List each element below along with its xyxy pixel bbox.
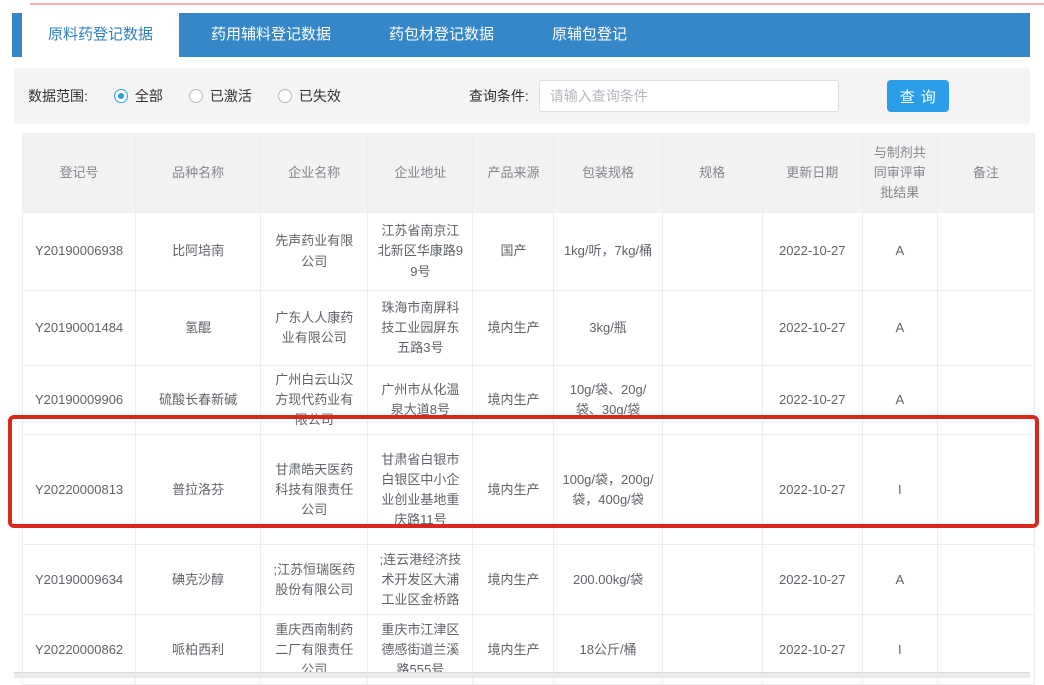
radio-expired[interactable]: 已失效 (278, 86, 341, 106)
cell-update-date: 2022-10-27 (762, 366, 862, 435)
cell-company-name: ;江苏恒瑞医药股份有限公司 (261, 545, 368, 615)
cell-update-date: 2022-10-27 (762, 213, 862, 291)
cell-remarks (937, 366, 1034, 435)
radio-expired-label: 已失效 (299, 86, 341, 106)
cell-product-source: 国产 (473, 213, 554, 291)
search-button[interactable]: 查询 (887, 80, 949, 112)
filter-panel: 数据范围: 全部 已激活 已失效 查询条件: 查询 (14, 68, 1030, 124)
cell-product-source: 境内生产 (473, 545, 554, 615)
column-header-product-source: 产品来源 (473, 134, 554, 213)
next-row-partial (14, 672, 1030, 678)
cell-reg-no: Y20220000813 (23, 435, 136, 545)
radio-expired-icon[interactable] (278, 89, 292, 103)
cell-company-address: 珠海市南屏科技工业园屏东五路3号 (368, 291, 473, 366)
cell-company-address: 甘肃省白银市白银区中小企业创业基地重庆路11号 (368, 435, 473, 545)
cell-review-result: A (862, 545, 937, 615)
cell-reg-no: Y20190009906 (23, 366, 136, 435)
radio-activated-label: 已激活 (210, 86, 252, 106)
cell-company-address: 广州市从化温泉大道8号 (368, 366, 473, 435)
tab-raw-material-api[interactable]: 原料药登记数据 (22, 13, 179, 57)
table-row: Y20190006938 比阿培南 先声药业有限公司 江苏省南京江北新区华康路9… (23, 213, 1035, 291)
cell-company-address: 江苏省南京江北新区华康路99号 (368, 213, 473, 291)
tab-bar: 原料药登记数据 药用辅料登记数据 药包材登记数据 原辅包登记 (12, 13, 1030, 57)
query-input[interactable] (539, 80, 839, 112)
cell-company-name: 广东人人康药业有限公司 (261, 291, 368, 366)
column-header-remarks: 备注 (937, 134, 1034, 213)
radio-all-label: 全部 (135, 86, 163, 106)
cell-reg-no: Y20190009634 (23, 545, 136, 615)
cell-remarks (937, 435, 1034, 545)
cell-product-source: 境内生产 (473, 291, 554, 366)
column-header-package-spec: 包装规格 (554, 134, 662, 213)
tab-api-excipient-packaging[interactable]: 原辅包登记 (526, 13, 653, 57)
registration-data-page: 原料药登记数据 药用辅料登记数据 药包材登记数据 原辅包登记 数据范围: 全部 … (0, 0, 1044, 677)
cell-company-name: 先声药业有限公司 (261, 213, 368, 291)
table-row: Y20190009634 碘克沙醇 ;江苏恒瑞医药股份有限公司 ;连云港经济技术… (23, 545, 1035, 615)
cell-review-result: A (862, 291, 937, 366)
cell-product-source: 境内生产 (473, 435, 554, 545)
cell-variety-name: 碘克沙醇 (136, 545, 261, 615)
registration-table: 登记号 品种名称 企业名称 企业地址 产品来源 包装规格 规格 更新日期 与制剂… (22, 133, 1035, 685)
tab-excipients[interactable]: 药用辅料登记数据 (185, 13, 357, 57)
cell-remarks (937, 213, 1034, 291)
cell-remarks (937, 545, 1034, 615)
cell-company-address: ;连云港经济技术开发区大浦工业区金桥路 (368, 545, 473, 615)
cell-remarks (937, 291, 1034, 366)
cell-company-name: 广州白云山汉方现代药业有限公司 (261, 366, 368, 435)
data-scope-label: 数据范围: (28, 86, 88, 106)
cell-package-spec: 10g/袋、20g/袋、30g/袋 (554, 366, 662, 435)
column-header-reg-no: 登记号 (23, 134, 136, 213)
top-divider-line (30, 3, 1044, 5)
column-header-variety-name: 品种名称 (136, 134, 261, 213)
cell-review-result: I (862, 435, 937, 545)
cell-variety-name: 比阿培南 (136, 213, 261, 291)
cell-variety-name: 硫酸长春新碱 (136, 366, 261, 435)
table-row: Y20190009906 硫酸长春新碱 广州白云山汉方现代药业有限公司 广州市从… (23, 366, 1035, 435)
cell-package-spec: 3kg/瓶 (554, 291, 662, 366)
cell-update-date: 2022-10-27 (762, 291, 862, 366)
column-header-company-name: 企业名称 (261, 134, 368, 213)
cell-company-name: 甘肃皓天医药科技有限责任公司 (261, 435, 368, 545)
cell-update-date: 2022-10-27 (762, 435, 862, 545)
cell-package-spec: 100g/袋，200g/袋，400g/袋 (554, 435, 662, 545)
column-header-review-result: 与制剂共同审评审批结果 (862, 134, 937, 213)
cell-product-source: 境内生产 (473, 366, 554, 435)
cell-reg-no: Y20190001484 (23, 291, 136, 366)
tab-packaging-materials[interactable]: 药包材登记数据 (363, 13, 520, 57)
cell-spec (662, 435, 762, 545)
radio-activated[interactable]: 已激活 (189, 86, 252, 106)
table-header-row: 登记号 品种名称 企业名称 企业地址 产品来源 包装规格 规格 更新日期 与制剂… (23, 134, 1035, 213)
table-row: Y20190001484 氢醌 广东人人康药业有限公司 珠海市南屏科技工业园屏东… (23, 291, 1035, 366)
cell-review-result: A (862, 366, 937, 435)
cell-variety-name: 氢醌 (136, 291, 261, 366)
radio-activated-icon[interactable] (189, 89, 203, 103)
cell-spec (662, 213, 762, 291)
column-header-company-address: 企业地址 (368, 134, 473, 213)
radio-all[interactable]: 全部 (114, 86, 163, 106)
cell-package-spec: 200.00kg/袋 (554, 545, 662, 615)
cell-variety-name: 普拉洛芬 (136, 435, 261, 545)
column-header-spec: 规格 (662, 134, 762, 213)
cell-reg-no: Y20190006938 (23, 213, 136, 291)
cell-spec (662, 366, 762, 435)
radio-all-icon[interactable] (114, 89, 128, 103)
cell-package-spec: 1kg/听，7kg/桶 (554, 213, 662, 291)
cell-spec (662, 291, 762, 366)
query-condition-label: 查询条件: (469, 86, 529, 106)
cell-update-date: 2022-10-27 (762, 545, 862, 615)
table-row-highlighted: Y20220000813 普拉洛芬 甘肃皓天医药科技有限责任公司 甘肃省白银市白… (23, 435, 1035, 545)
cell-review-result: A (862, 213, 937, 291)
cell-spec (662, 545, 762, 615)
column-header-update-date: 更新日期 (762, 134, 862, 213)
